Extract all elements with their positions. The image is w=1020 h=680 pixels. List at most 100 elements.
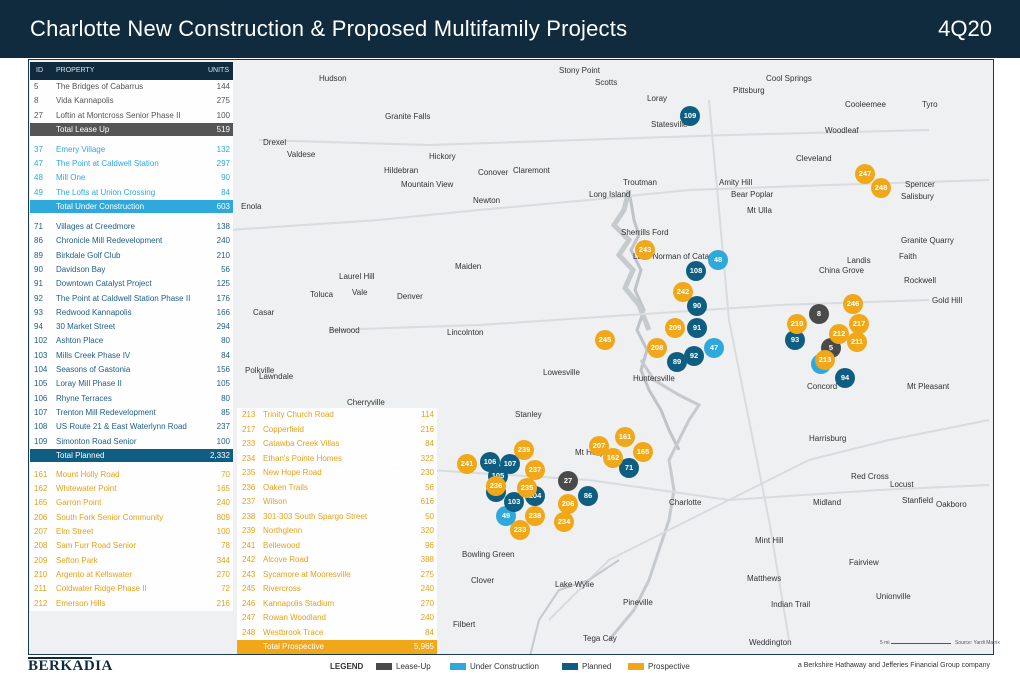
row-property: Catawba Creek Villas [263, 439, 340, 448]
place-label: Filbert [453, 620, 476, 629]
table-row: 213 Trinity Church Road 114 [237, 408, 437, 423]
row-id: 246 [242, 598, 256, 608]
table-row: 217 Copperfield 216 [237, 423, 437, 438]
map-pin-162[interactable]: 162 [603, 448, 623, 468]
map-pin-241[interactable]: 241 [457, 454, 477, 474]
table-row: 92 The Point at Caldwell Station Phase II… [30, 292, 233, 306]
map-pin-242[interactable]: 242 [673, 282, 693, 302]
row-id: 91 [34, 279, 43, 289]
place-label: Harrisburg [809, 434, 847, 443]
place-label: Granite Quarry [901, 236, 954, 245]
row-units: 114 [421, 410, 434, 419]
map-pin-237[interactable]: 237 [525, 460, 545, 480]
table-row: 246 Kannapolis Stadium 270 [237, 597, 437, 612]
under-construction-group: 37 Emery Village 132 47 The Point at Caldwel… [30, 143, 233, 200]
map-pin-243[interactable]: 243 [635, 240, 655, 260]
map-pin-245[interactable]: 245 [595, 330, 615, 350]
map-pin-217[interactable]: 217 [849, 314, 869, 334]
table-row: 104 Seasons of Gastonia 156 [30, 363, 233, 377]
map-pin-212[interactable]: 212 [829, 324, 849, 344]
map-pin-91[interactable]: 91 [687, 318, 707, 338]
row-units: 616 [420, 497, 434, 506]
table-header: ID PROPERTY UNITS [30, 62, 233, 80]
row-units: 105 [216, 379, 230, 389]
map-pin-8[interactable]: 8 [809, 304, 829, 324]
place-label: Cleveland [796, 154, 832, 163]
row-property: Copperfield [263, 424, 304, 434]
map-pin-206[interactable]: 206 [558, 494, 578, 514]
row-units: 84 [221, 350, 230, 360]
row-id: 217 [242, 424, 256, 434]
place-label: Casar [253, 308, 275, 317]
row-property: The Lofts at Union Crossing [56, 187, 156, 197]
row-property: South Fork Senior Community [56, 512, 164, 522]
map-pin-47[interactable]: 47 [704, 338, 724, 358]
under-construction-total-row: Total Under Construction 603 [30, 200, 233, 214]
row-units: 56 [425, 482, 434, 492]
map-pin-210[interactable]: 210 [787, 314, 807, 334]
place-label: Concord [807, 382, 838, 391]
planned-group: 71 Villages at Creedmore 138 86 Chronicle Mi… [30, 220, 233, 449]
row-id: 48 [34, 173, 43, 183]
row-units: 100 [216, 527, 230, 537]
map-pin-233[interactable]: 233 [510, 520, 530, 540]
row-property: Chronicle Mill Redevelopment [56, 236, 163, 246]
map-pin-234[interactable]: 234 [554, 512, 574, 532]
row-id: 213 [242, 410, 256, 419]
table-row: 243 Sycamore at Mooresville 275 [237, 568, 437, 583]
scale-label: 5 mi [880, 640, 890, 646]
row-id: 209 [34, 555, 48, 565]
row-id: 103 [34, 350, 48, 360]
row-property: Coldwater Ridge Phase II [56, 584, 147, 594]
row-units: 297 [216, 159, 230, 169]
row-units: 216 [216, 598, 230, 608]
map-pin-208[interactable]: 208 [647, 338, 667, 358]
table-row: 233 Catawba Creek Villas 84 [237, 437, 437, 452]
row-id: 37 [34, 144, 43, 154]
berkadia-logo: BERKADIA [28, 658, 113, 674]
table-row: 235 New Hope Road 230 [237, 466, 437, 481]
map-pin-209[interactable]: 209 [665, 318, 685, 338]
map-pin-48[interactable]: 48 [708, 250, 728, 270]
row-units: 240 [216, 498, 230, 508]
row-units: 90 [221, 173, 230, 183]
row-property: Trenton Mill Redevelopment [56, 407, 156, 417]
row-property: The Point at Caldwell Station [56, 159, 159, 169]
row-id: 108 [34, 422, 48, 432]
map-pin-109[interactable]: 109 [680, 106, 700, 126]
place-label: Cool Springs [766, 74, 812, 83]
row-units: 270 [420, 598, 434, 608]
row-units: 84 [425, 439, 434, 448]
place-label: Valdese [287, 150, 316, 159]
map-pin-92[interactable]: 92 [684, 346, 704, 366]
quarter-label: 4Q20 [938, 16, 992, 41]
row-property: Downtown Catalyst Project [56, 279, 152, 289]
table-row: 209 Sefton Park 344 [30, 554, 233, 568]
row-property: Sefton Park [56, 555, 98, 565]
place-label: Lake Wylie [555, 580, 595, 589]
map-pin-239[interactable]: 239 [514, 440, 534, 460]
map-pin-235[interactable]: 235 [517, 478, 537, 498]
row-units: 144 [216, 82, 230, 91]
place-label: Troutman [623, 178, 657, 187]
row-property: The Bridges of Cabarrus [56, 82, 144, 91]
map-pin-211[interactable]: 211 [847, 332, 867, 352]
map-pin-108[interactable]: 108 [686, 261, 706, 281]
map-pin-86[interactable]: 86 [578, 486, 598, 506]
map-pin-246[interactable]: 246 [843, 294, 863, 314]
map-pin-161[interactable]: 161 [615, 427, 635, 447]
place-label: Oakboro [936, 500, 967, 509]
map-pin-106[interactable]: 106 [480, 452, 500, 472]
place-label: Bear Poplar [731, 190, 774, 199]
table-row: 162 Whitewater Point 165 [30, 482, 233, 496]
map-pin-165[interactable]: 165 [633, 442, 653, 462]
map-pin-213[interactable]: 213 [815, 350, 835, 370]
table-row: 47 The Point at Caldwell Station 297 [30, 157, 233, 171]
map-pin-248[interactable]: 248 [871, 178, 891, 198]
map-pin-94[interactable]: 94 [835, 368, 855, 388]
row-units: 230 [420, 468, 434, 477]
place-label: Toluca [310, 290, 334, 299]
map-pin-27[interactable]: 27 [558, 471, 578, 491]
map-pin-236[interactable]: 236 [486, 476, 506, 496]
table-row: 71 Villages at Creedmore 138 [30, 220, 233, 234]
